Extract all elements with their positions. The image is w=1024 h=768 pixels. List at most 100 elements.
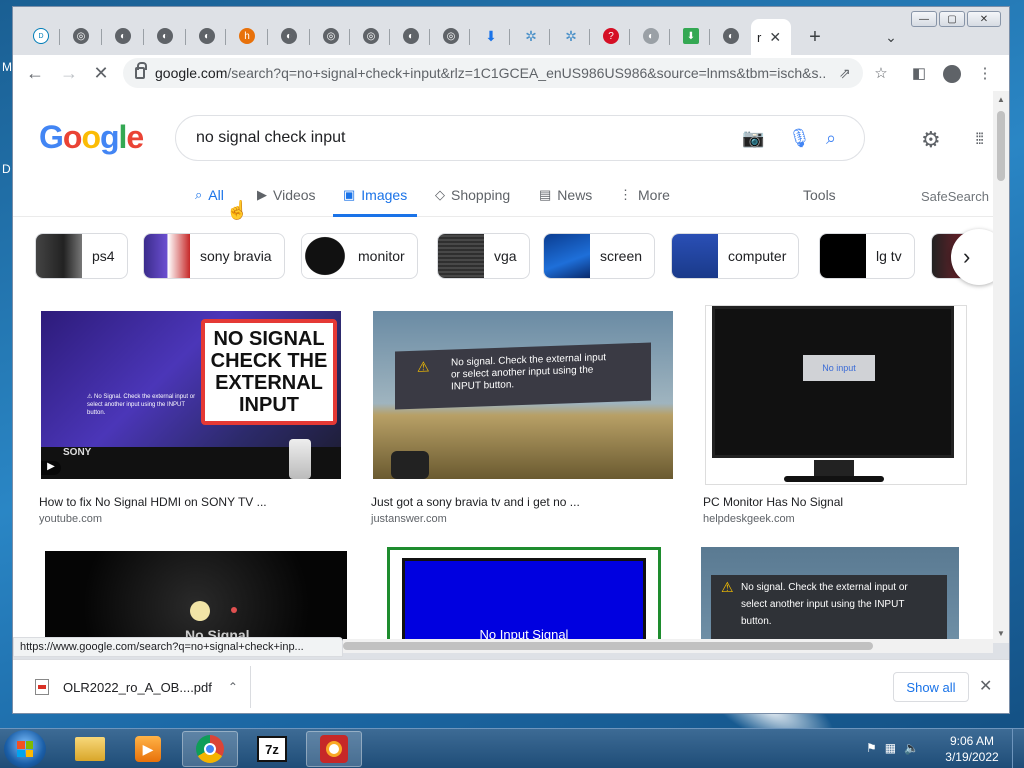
bookmark-star-icon[interactable]: ☆ (871, 63, 891, 83)
scrollbar-thumb[interactable] (997, 111, 1005, 181)
tab[interactable]: ◎ (433, 21, 469, 51)
tab-news[interactable]: ▤ News (539, 187, 592, 217)
result-source[interactable]: justanswer.com (371, 513, 447, 525)
tab[interactable]: D (23, 21, 59, 51)
show-desktop-button[interactable] (1012, 729, 1024, 768)
chip-screen[interactable]: screen (543, 233, 656, 279)
result-thumbnail[interactable]: No Input Signal (387, 547, 661, 643)
safesearch-button[interactable]: SafeSearch (921, 189, 989, 204)
taskbar-media-player[interactable]: ▶ (120, 731, 176, 767)
result-thumbnail[interactable]: ⚠ No signal. Check the external input or… (701, 547, 959, 643)
address-bar[interactable]: google.com/search?q=no+signal+check+inpu… (123, 58, 863, 88)
network-icon[interactable]: ▦ (885, 741, 896, 755)
new-tab-button[interactable]: + (803, 25, 827, 49)
search-icon[interactable]: ⌕ (826, 128, 836, 149)
camera-icon[interactable]: 📷 (742, 128, 764, 149)
result-source[interactable]: youtube.com (39, 513, 102, 525)
result-thumbnail[interactable]: ⚠ No Signal. Check the external input or… (41, 311, 341, 479)
lock-icon[interactable] (135, 62, 147, 79)
search-input[interactable]: no signal check input 📷 🎙 ⌕ (175, 115, 865, 161)
taskbar-7zip[interactable]: 7z (244, 731, 300, 767)
tab-more[interactable]: ⋮ More (619, 187, 670, 217)
tab-images[interactable]: ▣ Images (333, 187, 418, 217)
result-title[interactable]: PC Monitor Has No Signal (703, 495, 843, 509)
taskbar-chrome[interactable] (182, 731, 238, 767)
tab[interactable]: ◎ (63, 21, 99, 51)
desktop-icon-label[interactable]: D (2, 162, 11, 176)
taskbar-app[interactable] (306, 731, 362, 767)
image-result[interactable]: No input PC Monitor Has No Signal helpde… (699, 303, 979, 527)
volume-icon[interactable]: 🔈 (904, 741, 919, 755)
tab[interactable]: ◐ (393, 21, 429, 51)
profile-avatar[interactable] (943, 65, 961, 83)
tab-search-chevron-icon[interactable]: ⌄ (879, 25, 903, 49)
result-title[interactable]: How to fix No Signal HDMI on SONY TV ... (39, 495, 267, 509)
back-button[interactable]: ← (23, 61, 47, 85)
tab[interactable]: ◐ (105, 21, 141, 51)
tab[interactable]: ◐ (713, 21, 749, 51)
apps-grid-icon[interactable]: ⁞⁞⁞ (975, 131, 984, 149)
result-title[interactable]: Just got a sony bravia tv and i get no .… (371, 495, 580, 509)
stop-loading-button[interactable]: ✕ (89, 61, 113, 85)
tab[interactable]: ⬇ (473, 21, 509, 51)
forward-button[interactable]: → (57, 61, 81, 85)
google-logo[interactable]: Google (39, 119, 144, 156)
image-result[interactable]: ⚠ No signal. Check the external input or… (699, 547, 979, 643)
tab[interactable]: ◎ (313, 21, 349, 51)
vertical-scrollbar[interactable]: ▲ ▼ (993, 91, 1009, 643)
result-source[interactable]: helpdeskgeek.com (703, 513, 795, 525)
close-window-button[interactable]: ✕ (967, 11, 1001, 27)
side-panel-icon[interactable]: ◧ (909, 63, 929, 83)
result-thumbnail[interactable]: ⚠ No signal. Check the external input or… (373, 311, 673, 479)
tab[interactable]: ◐ (147, 21, 183, 51)
settings-gear-icon[interactable]: ⚙ (921, 127, 941, 153)
tab-shopping[interactable]: ◇ Shopping (435, 187, 510, 217)
image-result[interactable]: No Input Signal (383, 547, 673, 643)
close-tab-icon[interactable]: ✕ (769, 29, 781, 46)
scroll-up-arrow-icon[interactable]: ▲ (997, 95, 1005, 104)
system-clock[interactable]: 9:06 AM 3/19/2022 (940, 733, 1004, 765)
tab[interactable]: ⬇ (673, 21, 709, 51)
maximize-button[interactable]: ▢ (939, 11, 965, 27)
scrollbar-thumb[interactable] (343, 642, 873, 650)
tools-button[interactable]: Tools (803, 187, 836, 203)
tab-videos[interactable]: ▶ Videos (257, 187, 316, 217)
tab[interactable]: ◐ (271, 21, 307, 51)
chip-monitor[interactable]: monitor (301, 233, 418, 279)
result-thumbnail[interactable]: No input (705, 305, 967, 485)
close-shelf-icon[interactable]: ✕ (979, 676, 992, 696)
chip-sony-bravia[interactable]: sony bravia (143, 233, 285, 279)
chevron-up-icon[interactable]: ⌃ (228, 680, 238, 694)
tab-all[interactable]: ⌕ All (195, 187, 224, 217)
tab[interactable]: ◐ (189, 21, 225, 51)
tab[interactable]: ✲ (553, 21, 589, 51)
chip-vga[interactable]: vga (437, 233, 530, 279)
tab[interactable]: ◎ (353, 21, 389, 51)
share-icon[interactable]: ⇗ (839, 65, 851, 82)
tab[interactable]: h (229, 21, 265, 51)
download-item[interactable]: OLR2022_ro_A_OB....pdf ⌃ (21, 666, 251, 708)
image-result[interactable]: ⚠ No signal. Check the external input or… (367, 307, 683, 527)
image-result[interactable]: No Signal (35, 547, 365, 643)
microphone-icon[interactable]: 🎙 (788, 128, 811, 149)
search-query-text[interactable]: no signal check input (196, 129, 345, 147)
chip-ps4[interactable]: ps4 (35, 233, 128, 279)
image-result[interactable]: ⚠ No Signal. Check the external input or… (35, 307, 351, 527)
chip-computer[interactable]: computer (671, 233, 800, 279)
result-thumbnail[interactable]: No Signal (45, 551, 347, 643)
show-all-button[interactable]: Show all (893, 672, 969, 702)
tab[interactable]: ✲ (513, 21, 549, 51)
minimize-button[interactable]: — (911, 11, 937, 27)
horizontal-scrollbar[interactable] (343, 639, 993, 653)
url-text[interactable]: google.com/search?q=no+signal+check+inpu… (155, 65, 825, 81)
active-tab[interactable]: r ✕ (751, 19, 791, 55)
scroll-down-arrow-icon[interactable]: ▼ (997, 629, 1005, 638)
menu-dots-icon[interactable]: ⋮ (975, 63, 995, 83)
start-button[interactable] (4, 730, 46, 768)
tab[interactable]: ? (593, 21, 629, 51)
taskbar-explorer[interactable] (62, 731, 118, 767)
desktop-icon-label[interactable]: M (2, 60, 12, 74)
action-center-flag-icon[interactable]: ⚑ (866, 741, 877, 755)
chip-lg-tv[interactable]: lg tv (819, 233, 915, 279)
tab[interactable]: ◐ (633, 21, 669, 51)
